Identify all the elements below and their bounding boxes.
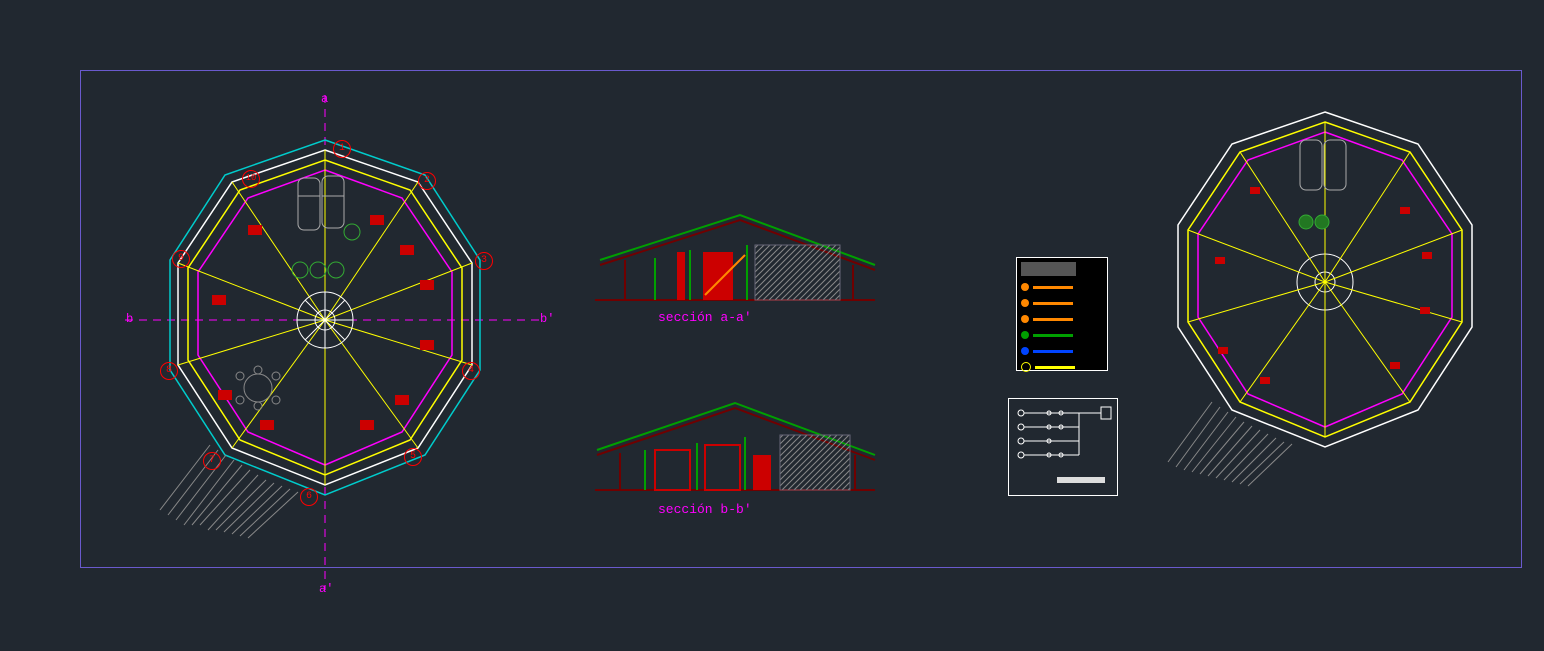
drawing-svg [0,0,1544,651]
section-b-label: sección b-b' [658,502,752,517]
plan-num-3: 3 [475,252,493,270]
wiring-legend [1008,398,1118,496]
plan-num-1: 1 [333,140,351,158]
plan-num-4: 4 [462,362,480,380]
plan-num-5: 5 [404,448,422,466]
plan-num-10: 10 [242,170,260,188]
color-legend [1016,257,1108,371]
axis-a2: a' [319,582,333,596]
plan-num-2: 2 [418,172,436,190]
plan-num-6: 6 [300,488,318,506]
section-a-label: sección a-a' [658,310,752,325]
axis-b2: b' [540,312,554,326]
axis-a: a [321,92,328,106]
axis-b: b [126,312,133,326]
plan-num-8: 8 [160,362,178,380]
plan-num-9: 9 [172,250,190,268]
plan-num-7: 7 [203,452,221,470]
cad-canvas[interactable]: a a' b b' sección a-a' sección b-b' 1 2 … [0,0,1544,651]
